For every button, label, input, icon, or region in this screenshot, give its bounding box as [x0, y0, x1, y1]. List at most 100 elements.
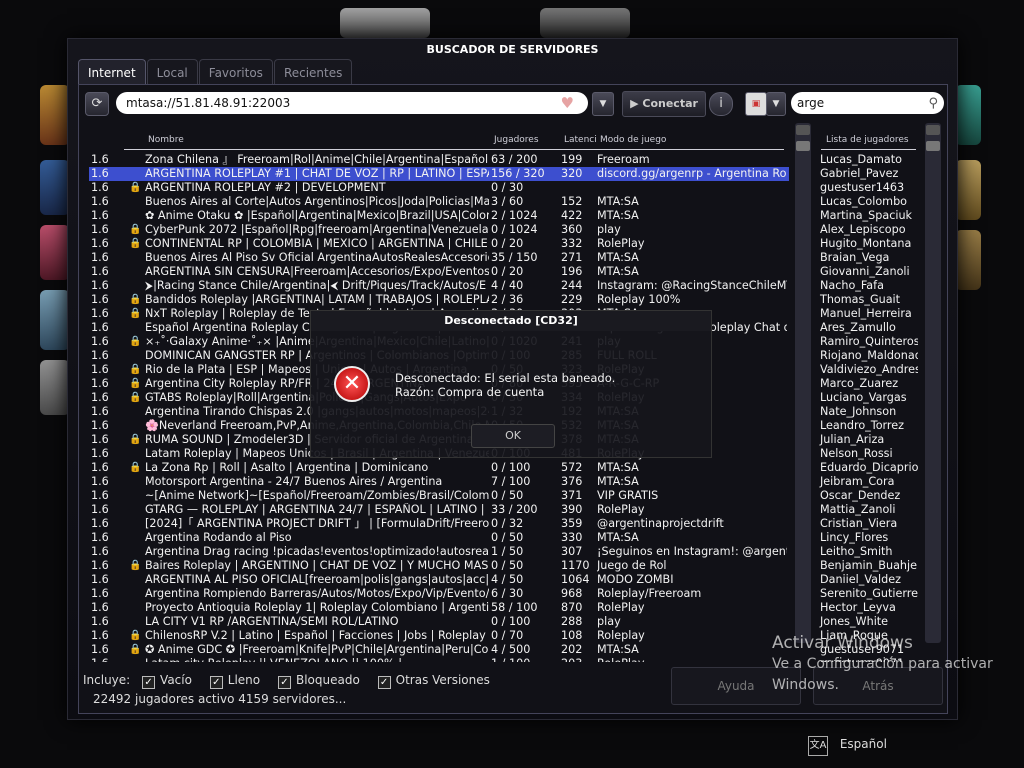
connect-button[interactable]: ▶ Conectar: [622, 91, 706, 117]
col-header-players[interactable]: Jugadores: [494, 135, 539, 145]
player-row[interactable]: Martina_Spaciuk: [820, 209, 912, 223]
address-dropdown-button[interactable]: ▼: [592, 92, 614, 116]
player-row[interactable]: guestuser1463: [820, 181, 904, 195]
player-row[interactable]: Ramiro_Quinteros: [820, 335, 918, 349]
player-row[interactable]: Lucas_Colombo: [820, 195, 907, 209]
server-row[interactable]: 1.6 ChilenosRP V.2 | Latino | Español | F…: [89, 629, 789, 643]
server-row[interactable]: 1.6 Latam city Roleplay || VENEZOLANO || …: [89, 657, 789, 662]
scroll-thumb[interactable]: [796, 141, 810, 151]
filter-empty[interactable]: ✓ Vacío: [142, 673, 192, 689]
server-row[interactable]: 1.6 ARGENTINA ROLEPLAY #1 | CHAT DE VOZ |…: [89, 167, 789, 181]
server-row[interactable]: 1.6 ARGENTINA AL PISO OFICIAL[freeroam|po…: [89, 573, 789, 587]
scroll-up-arrow-icon[interactable]: [796, 125, 810, 135]
server-mode: Roleplay: [597, 629, 645, 642]
server-row[interactable]: 1.6 ✪ Anime GDC ✪ |Freeroam|Knife|PvP|Chi…: [89, 643, 789, 657]
player-row[interactable]: Cristian_Viera: [820, 517, 897, 531]
player-row[interactable]: Hector_Leyva: [820, 601, 896, 615]
player-row[interactable]: Nacho_Fafa: [820, 279, 884, 293]
player-row[interactable]: Giovanni_Zanoli: [820, 265, 910, 279]
player-row[interactable]: Lucas_Damato: [820, 153, 902, 167]
ok-button[interactable]: OK: [471, 424, 555, 448]
player-row[interactable]: Manuel_Herreira: [820, 307, 912, 321]
server-row[interactable]: 1.6 ~[Anime Network]~[Español/Freeroam/Zo…: [89, 489, 789, 503]
player-row[interactable]: Serenito_Gutierrez: [820, 587, 918, 601]
player-row[interactable]: Mattia_Zanoli: [820, 503, 896, 517]
server-mode: MTA:SA: [597, 209, 639, 222]
player-row[interactable]: Daniiel_Valdez: [820, 573, 901, 587]
server-version: 1.6: [91, 489, 109, 502]
player-row[interactable]: Nate_Johnson: [820, 405, 896, 419]
server-row[interactable]: 1.6 ✿ Anime Otaku ✿ |Español|Argentina|Me…: [89, 209, 789, 223]
server-row[interactable]: 1.6 Motorsport Argentina - 24/7 Buenos Ai…: [89, 475, 789, 489]
player-row[interactable]: Hugito_Montana: [820, 237, 911, 251]
search-type-button[interactable]: ▣: [745, 92, 767, 116]
address-input[interactable]: mtasa://51.81.48.91:22003 ♥: [116, 92, 588, 114]
server-name: ARGENTINA AL PISO OFICIAL[freeroam|polis…: [145, 573, 489, 586]
server-row[interactable]: 1.6 Buenos Aires al Corte|Autos Argentino…: [89, 195, 789, 209]
filter-locked[interactable]: ✓ Bloqueado: [277, 673, 360, 689]
player-row[interactable]: Riojano_Maldonad: [820, 349, 918, 363]
player-row[interactable]: Marco_Zuarez: [820, 377, 898, 391]
server-players: 2 / 36: [491, 293, 524, 306]
player-row[interactable]: Alex_Lepiscopo: [820, 223, 906, 237]
server-row[interactable]: 1.6 ARGENTINA ROLEPLAY #2 | DEVELOPMENT 0 …: [89, 181, 789, 195]
player-row[interactable]: Jones_White: [820, 615, 888, 629]
server-players: 4 / 50: [491, 573, 524, 586]
player-row[interactable]: Valdiviezo_Andres: [820, 363, 918, 377]
server-row[interactable]: 1.6 Zona Chilena 』 Freeroam|Rol|Anime|Chi…: [89, 153, 789, 167]
server-row[interactable]: 1.6 Argentina Rompiendo Barreras/Autos/Mo…: [89, 587, 789, 601]
server-row[interactable]: 1.6 Baires Roleplay | ARGENTINO | CHAT DE…: [89, 559, 789, 573]
tab-favoritos[interactable]: Favoritos: [198, 59, 273, 85]
server-row[interactable]: 1.6 CyberPunk 2072 |Español|Rpg|freeroam|…: [89, 223, 789, 237]
search-input[interactable]: arge ⚲: [791, 92, 944, 114]
col-header-ping[interactable]: Latenci: [564, 135, 597, 145]
player-row[interactable]: Lincy_Flores: [820, 531, 888, 545]
player-row[interactable]: Jeibram_Cora: [820, 475, 894, 489]
server-list-scrollbar[interactable]: [795, 123, 811, 643]
player-row[interactable]: Julian_Ariza: [820, 433, 884, 447]
scroll-up-arrow-icon[interactable]: [926, 125, 940, 135]
scroll-thumb[interactable]: [926, 141, 940, 151]
server-mode: Juego de Rol: [597, 559, 667, 572]
server-row[interactable]: 1.6 ⮞|Racing Stance Chile/Argentina|⮜ Dri…: [89, 279, 789, 293]
tab-recientes[interactable]: Recientes: [273, 59, 353, 85]
server-players: 3 / 60: [491, 195, 524, 208]
player-row[interactable]: Braian_Vega: [820, 251, 889, 265]
player-row[interactable]: Oscar_Dendez: [820, 489, 900, 503]
server-row[interactable]: 1.6 CONTINENTAL RP | COLOMBIA | MEXICO | …: [89, 237, 789, 251]
col-header-name[interactable]: Nombre: [148, 135, 184, 145]
player-row[interactable]: Gabriel_Pavez: [820, 167, 898, 181]
tab-local[interactable]: Local: [146, 59, 198, 85]
server-players: 0 / 20: [491, 237, 524, 250]
player-row[interactable]: Nelson_Rossi: [820, 447, 893, 461]
refresh-button[interactable]: ⟳: [85, 92, 109, 116]
player-row[interactable]: Luciano_Vargas: [820, 391, 907, 405]
server-row[interactable]: 1.6 Bandidos Roleplay |ARGENTINA| LATAM |…: [89, 293, 789, 307]
server-row[interactable]: 1.6 Argentina Rodando al Piso 0 / 50 330 MTA…: [89, 531, 789, 545]
lock-icon: 🔒: [129, 560, 142, 571]
server-row[interactable]: 1.6 Proyecto Antioquia Roleplay 1| Rolepl…: [89, 601, 789, 615]
player-list-scrollbar[interactable]: [925, 123, 941, 643]
server-row[interactable]: 1.6 La Zona Rp | Roll | Asalto | Argentin…: [89, 461, 789, 475]
server-row[interactable]: 1.6 GTARG — ROLEPLAY | ARGENTINA 24/7 | E…: [89, 503, 789, 517]
language-selector[interactable]: 文A Español: [808, 736, 887, 756]
tab-internet[interactable]: Internet: [78, 59, 146, 85]
server-row[interactable]: 1.6 Argentina Drag racing !picadas!evento…: [89, 545, 789, 559]
player-row[interactable]: Benjamin_Buahjen: [820, 559, 918, 573]
server-version: 1.6: [91, 419, 109, 432]
server-row[interactable]: 1.6 [2024]「 ARGENTINA PROJECT DRIFT 」 | […: [89, 517, 789, 531]
server-row[interactable]: 1.6 LA CITY V1 RP /ARGENTINA/SEMI ROL/LAT…: [89, 615, 789, 629]
info-button[interactable]: i: [709, 92, 733, 116]
heart-icon[interactable]: ♥: [561, 94, 574, 112]
server-row[interactable]: 1.6 ARGENTINA SIN CENSURA|Freeroam|Acceso…: [89, 265, 789, 279]
filter-full[interactable]: ✓ Lleno: [209, 673, 260, 689]
filter-other-versions[interactable]: ✓ Otras Versiones: [377, 673, 490, 689]
player-row[interactable]: Leandro_Torrez: [820, 419, 904, 433]
player-row[interactable]: Thomas_Guait: [820, 293, 900, 307]
col-header-mode[interactable]: Modo de juego: [600, 135, 666, 145]
search-type-dropdown[interactable]: ▼: [766, 92, 786, 116]
player-row[interactable]: Eduardo_Dicaprio: [820, 461, 918, 475]
player-row[interactable]: Ares_Zamullo: [820, 321, 896, 335]
server-row[interactable]: 1.6 Buenos Aires Al Piso Sv Oficial Argen…: [89, 251, 789, 265]
player-row[interactable]: Leitho_Smith: [820, 545, 893, 559]
